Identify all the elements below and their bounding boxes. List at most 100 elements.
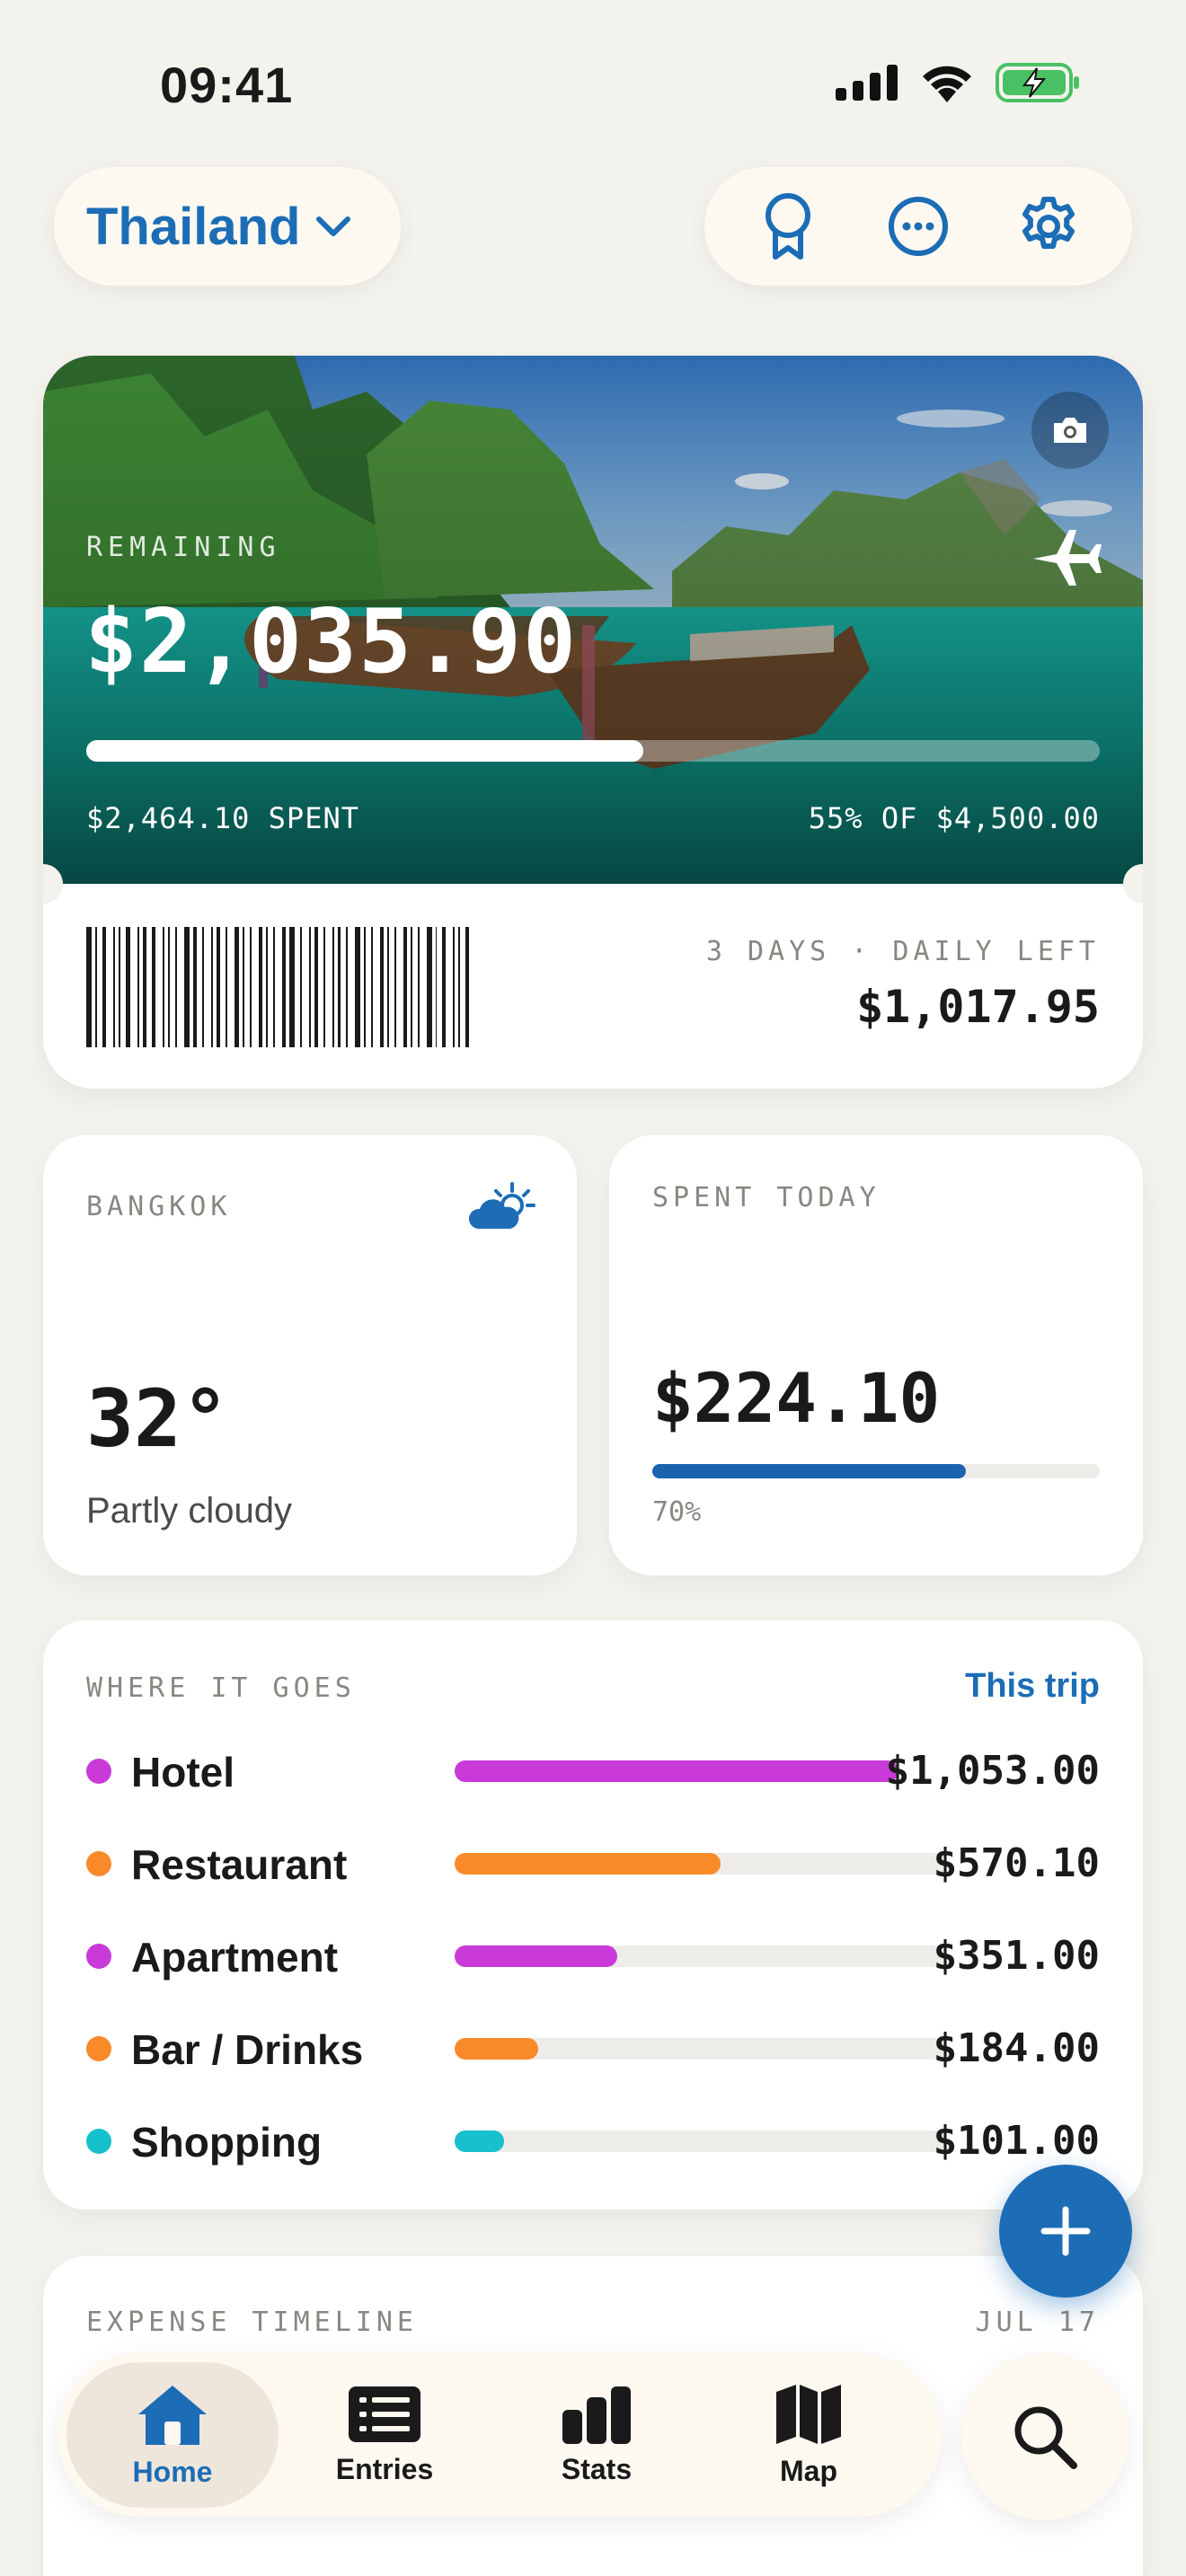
barcode-bar: [94, 927, 97, 1047]
weather-card[interactable]: BANGKOK 32° Partly cloudy: [43, 1135, 577, 1575]
spent-today-card[interactable]: SPENT TODAY $224.10 70%: [609, 1135, 1143, 1575]
category-bar-track: [455, 1760, 898, 1782]
barcode-bar: [410, 927, 412, 1047]
category-bar-fill: [455, 1945, 617, 1967]
barcode-bar: [259, 927, 263, 1047]
tab-label: Home: [132, 2455, 213, 2488]
barcode-bar: [216, 927, 220, 1047]
category-amount: $184.00: [933, 2025, 1100, 2071]
category-bar-fill: [455, 2130, 504, 2152]
tab-entries[interactable]: Entries: [279, 2362, 491, 2508]
category-breakdown-card: WHERE IT GOES This trip Hotel $1,053.00 …: [43, 1620, 1143, 2210]
daily-left-label: 3 DAYS · DAILY LEFT: [705, 936, 1100, 967]
spent-today-progress-track: [652, 1464, 1100, 1478]
tab-label: Entries: [335, 2452, 434, 2485]
tab-map[interactable]: Map: [703, 2362, 915, 2508]
budget-progress-track: [86, 740, 1100, 762]
barcode-bar: [355, 927, 361, 1047]
barcode-bar: [266, 927, 269, 1047]
category-name: Shopping: [131, 2119, 323, 2166]
barcode-bar: [386, 927, 389, 1047]
settings-button[interactable]: [1008, 186, 1089, 267]
category-row-bar-drinks[interactable]: Bar / Drinks $184.00: [86, 2013, 1100, 2085]
bar-chart-icon: [562, 2386, 631, 2444]
timeline-title: EXPENSE TIMELINE: [86, 2307, 418, 2338]
plus-icon: [1040, 2206, 1091, 2256]
barcode-bar: [125, 927, 131, 1047]
remaining-amount: $2,035.90: [84, 591, 579, 693]
daily-left-amount: $1,017.95: [856, 981, 1100, 1033]
category-bar-track: [455, 1945, 947, 1967]
more-horizontal-icon: [888, 197, 948, 256]
weather-city: BANGKOK: [86, 1191, 232, 1222]
barcode-bar: [403, 927, 407, 1047]
barcode-bar: [234, 927, 240, 1047]
weather-condition: Partly cloudy: [86, 1491, 292, 1531]
partly-cloudy-icon: [468, 1182, 535, 1229]
category-bar-fill: [455, 1760, 898, 1782]
category-amount: $570.10: [933, 1840, 1100, 1886]
barcode-bar: [273, 927, 276, 1047]
category-amount: $101.00: [933, 2118, 1100, 2164]
more-options-button[interactable]: [878, 186, 959, 267]
barcode-bar: [175, 927, 178, 1047]
change-photo-button[interactable]: [1031, 392, 1109, 469]
category-bar-track: [455, 2130, 947, 2152]
barcode-bar: [163, 927, 165, 1047]
chevron-down-icon: [316, 216, 351, 236]
category-bar-fill: [455, 2038, 539, 2060]
tab-stats[interactable]: Stats: [491, 2362, 703, 2508]
camera-icon: [1054, 418, 1086, 443]
barcode-bar: [282, 927, 286, 1047]
tab-label: Map: [780, 2454, 837, 2487]
temperature: 32°: [86, 1372, 229, 1465]
category-name: Restaurant: [131, 1841, 348, 1888]
airplane-icon: [1033, 530, 1102, 586]
tab-label: Stats: [561, 2452, 633, 2485]
barcode-bar: [168, 927, 171, 1047]
search-button[interactable]: [961, 2353, 1128, 2520]
barcode-bar: [371, 927, 374, 1047]
barcode-bar: [346, 927, 349, 1047]
category-bar-fill: [455, 1853, 721, 1875]
barcode-bar: [225, 927, 227, 1047]
category-row-restaurant[interactable]: Restaurant $570.10: [86, 1828, 1100, 1900]
add-expense-button[interactable]: [999, 2165, 1132, 2298]
trip-selector[interactable]: Thailand: [54, 167, 401, 286]
category-amount: $351.00: [933, 1933, 1100, 1979]
status-icons: [836, 63, 1080, 102]
category-row-hotel[interactable]: Hotel $1,053.00: [86, 1735, 1100, 1807]
list-icon: [349, 2386, 420, 2442]
breakdown-scope-link[interactable]: This trip: [965, 1667, 1100, 1706]
barcode-bar: [453, 927, 456, 1047]
category-row-shopping[interactable]: Shopping $101.00: [86, 2105, 1100, 2177]
wifi-icon: [923, 66, 971, 102]
status-time: 09:41: [160, 57, 294, 113]
spent-today-progress-fill: [652, 1464, 966, 1478]
barcode-bar: [458, 927, 461, 1047]
category-amount: $1,053.00: [885, 1748, 1100, 1794]
barcode-bar: [102, 927, 106, 1047]
barcode-bar: [250, 927, 252, 1047]
category-row-apartment[interactable]: Apartment $351.00: [86, 1920, 1100, 1992]
breakdown-title: WHERE IT GOES: [86, 1672, 356, 1704]
remaining-label: REMAINING: [86, 532, 281, 563]
barcode-bar: [143, 927, 147, 1047]
category-dot: [86, 1944, 111, 1969]
tab-home[interactable]: Home: [66, 2362, 279, 2508]
category-dot: [86, 1759, 111, 1784]
barcode: [86, 927, 476, 1047]
signal-icon: [836, 65, 898, 101]
achievements-button[interactable]: [748, 186, 828, 267]
barcode-bar: [435, 927, 438, 1047]
spent-today-percent: 70%: [652, 1496, 702, 1528]
timeline-date: JUL 17: [975, 2307, 1100, 2338]
barcode-bar: [442, 927, 447, 1047]
barcode-bar: [210, 927, 213, 1047]
barcode-bar: [152, 927, 156, 1047]
barcode-bar: [394, 927, 396, 1047]
budget-card[interactable]: REMAINING $2,035.90 $2,464.10 SPENT 55% …: [43, 356, 1143, 1089]
category-name: Hotel: [131, 1749, 235, 1795]
barcode-bar: [137, 927, 140, 1047]
category-dot: [86, 2036, 111, 2061]
